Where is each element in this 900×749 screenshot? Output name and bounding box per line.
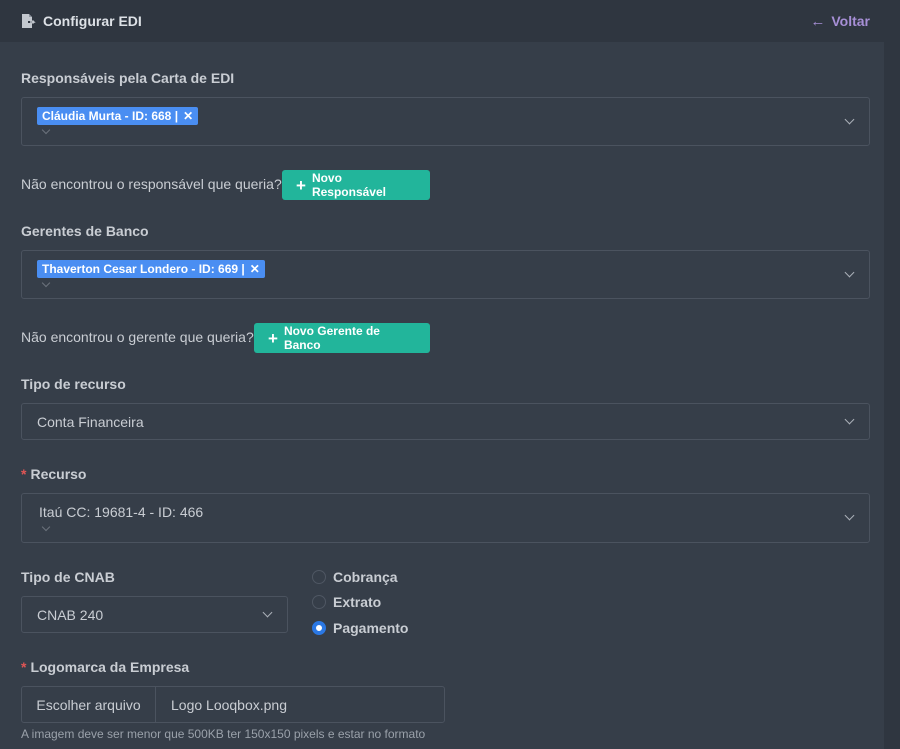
recurso-label: * Recurso xyxy=(21,466,86,482)
page-title-text: Configurar EDI xyxy=(43,13,142,29)
plus-icon: + xyxy=(268,328,278,348)
chevron-down-icon[interactable] xyxy=(844,510,855,521)
novo-responsavel-label: Novo Responsável xyxy=(311,171,386,199)
arrow-left-icon: ← xyxy=(810,12,826,30)
radio-circle-selected[interactable] xyxy=(312,621,326,635)
choose-file-button[interactable]: Escolher arquivo xyxy=(22,687,156,722)
page-header: Configurar EDI ← Voltar xyxy=(0,0,884,42)
required-marker: * xyxy=(21,466,27,482)
recurso-value: Itaú CC: 19681-4 - ID: 466 xyxy=(39,504,204,520)
file-export-icon xyxy=(22,14,36,28)
logomarca-label: * Logomarca da Empresa xyxy=(21,659,189,675)
radio-pagamento[interactable]: Pagamento xyxy=(312,620,408,636)
file-help-text: A imagem deve ser menor que 500KB ter 15… xyxy=(21,727,426,741)
novo-gerente-button[interactable]: + Novo Gerente de Banco xyxy=(254,323,430,353)
tipo-recurso-value: Conta Financeira xyxy=(37,414,144,430)
chevron-down-icon xyxy=(41,125,51,135)
remove-tag-icon[interactable]: ✕ xyxy=(250,262,260,276)
radio-label: Extrato xyxy=(333,594,382,610)
tipo-cnab-select[interactable]: CNAB 240 xyxy=(21,596,288,633)
gerentes-note: Não encontrou o gerente que queria? xyxy=(21,329,254,345)
chevron-down-icon[interactable] xyxy=(844,414,855,425)
file-input[interactable]: Escolher arquivo Logo Looqbox.png xyxy=(21,686,445,723)
logomarca-label-text: Logomarca da Empresa xyxy=(30,659,190,675)
radio-circle[interactable] xyxy=(312,595,326,609)
responsavel-tag: Cláudia Murta - ID: 668 | ✕ xyxy=(37,107,199,125)
responsavel-tag-label: Cláudia Murta - ID: 668 | xyxy=(42,109,179,123)
responsaveis-note: Não encontrou o responsável que queria? xyxy=(21,176,282,192)
recurso-label-text: Recurso xyxy=(30,466,87,482)
chevron-down-icon xyxy=(41,522,51,532)
chevron-down-icon[interactable] xyxy=(262,607,273,618)
radio-label: Cobrança xyxy=(333,569,398,585)
radio-label: Pagamento xyxy=(333,620,409,636)
back-button[interactable]: ← Voltar xyxy=(810,13,870,30)
plus-icon: + xyxy=(296,175,306,195)
required-marker: * xyxy=(21,659,27,675)
responsaveis-label: Responsáveis pela Carta de EDI xyxy=(21,70,235,86)
novo-gerente-label: Novo Gerente de Banco xyxy=(283,324,380,352)
tipo-cnab-label: Tipo de CNAB xyxy=(21,569,115,585)
radio-extrato[interactable]: Extrato xyxy=(312,594,381,610)
tipo-recurso-select[interactable]: Conta Financeira xyxy=(21,403,870,440)
chevron-down-icon[interactable] xyxy=(844,114,855,125)
remove-tag-icon[interactable]: ✕ xyxy=(183,109,193,123)
recurso-select[interactable]: Itaú CC: 19681-4 - ID: 466 xyxy=(21,493,870,543)
gerentes-label: Gerentes de Banco xyxy=(21,223,149,239)
tipo-cnab-value: CNAB 240 xyxy=(37,607,104,623)
tipo-recurso-label: Tipo de recurso xyxy=(21,376,126,392)
scrollbar[interactable] xyxy=(884,0,900,749)
responsaveis-select[interactable]: Cláudia Murta - ID: 668 | ✕ xyxy=(21,97,870,146)
gerente-tag-label: Thaverton Cesar Londero - ID: 669 | xyxy=(42,262,245,276)
novo-responsavel-button[interactable]: + Novo Responsável xyxy=(282,170,430,200)
page-title: Configurar EDI xyxy=(20,13,142,29)
chevron-down-icon[interactable] xyxy=(844,267,855,278)
back-label: Voltar xyxy=(831,13,870,29)
radio-circle[interactable] xyxy=(312,570,326,584)
chevron-down-icon xyxy=(41,278,51,288)
gerentes-select[interactable]: Thaverton Cesar Londero - ID: 669 | ✕ xyxy=(21,250,870,299)
file-name: Logo Looqbox.png xyxy=(171,696,287,713)
gerente-tag: Thaverton Cesar Londero - ID: 669 | ✕ xyxy=(37,260,265,278)
radio-cobranca[interactable]: Cobrança xyxy=(312,569,398,585)
